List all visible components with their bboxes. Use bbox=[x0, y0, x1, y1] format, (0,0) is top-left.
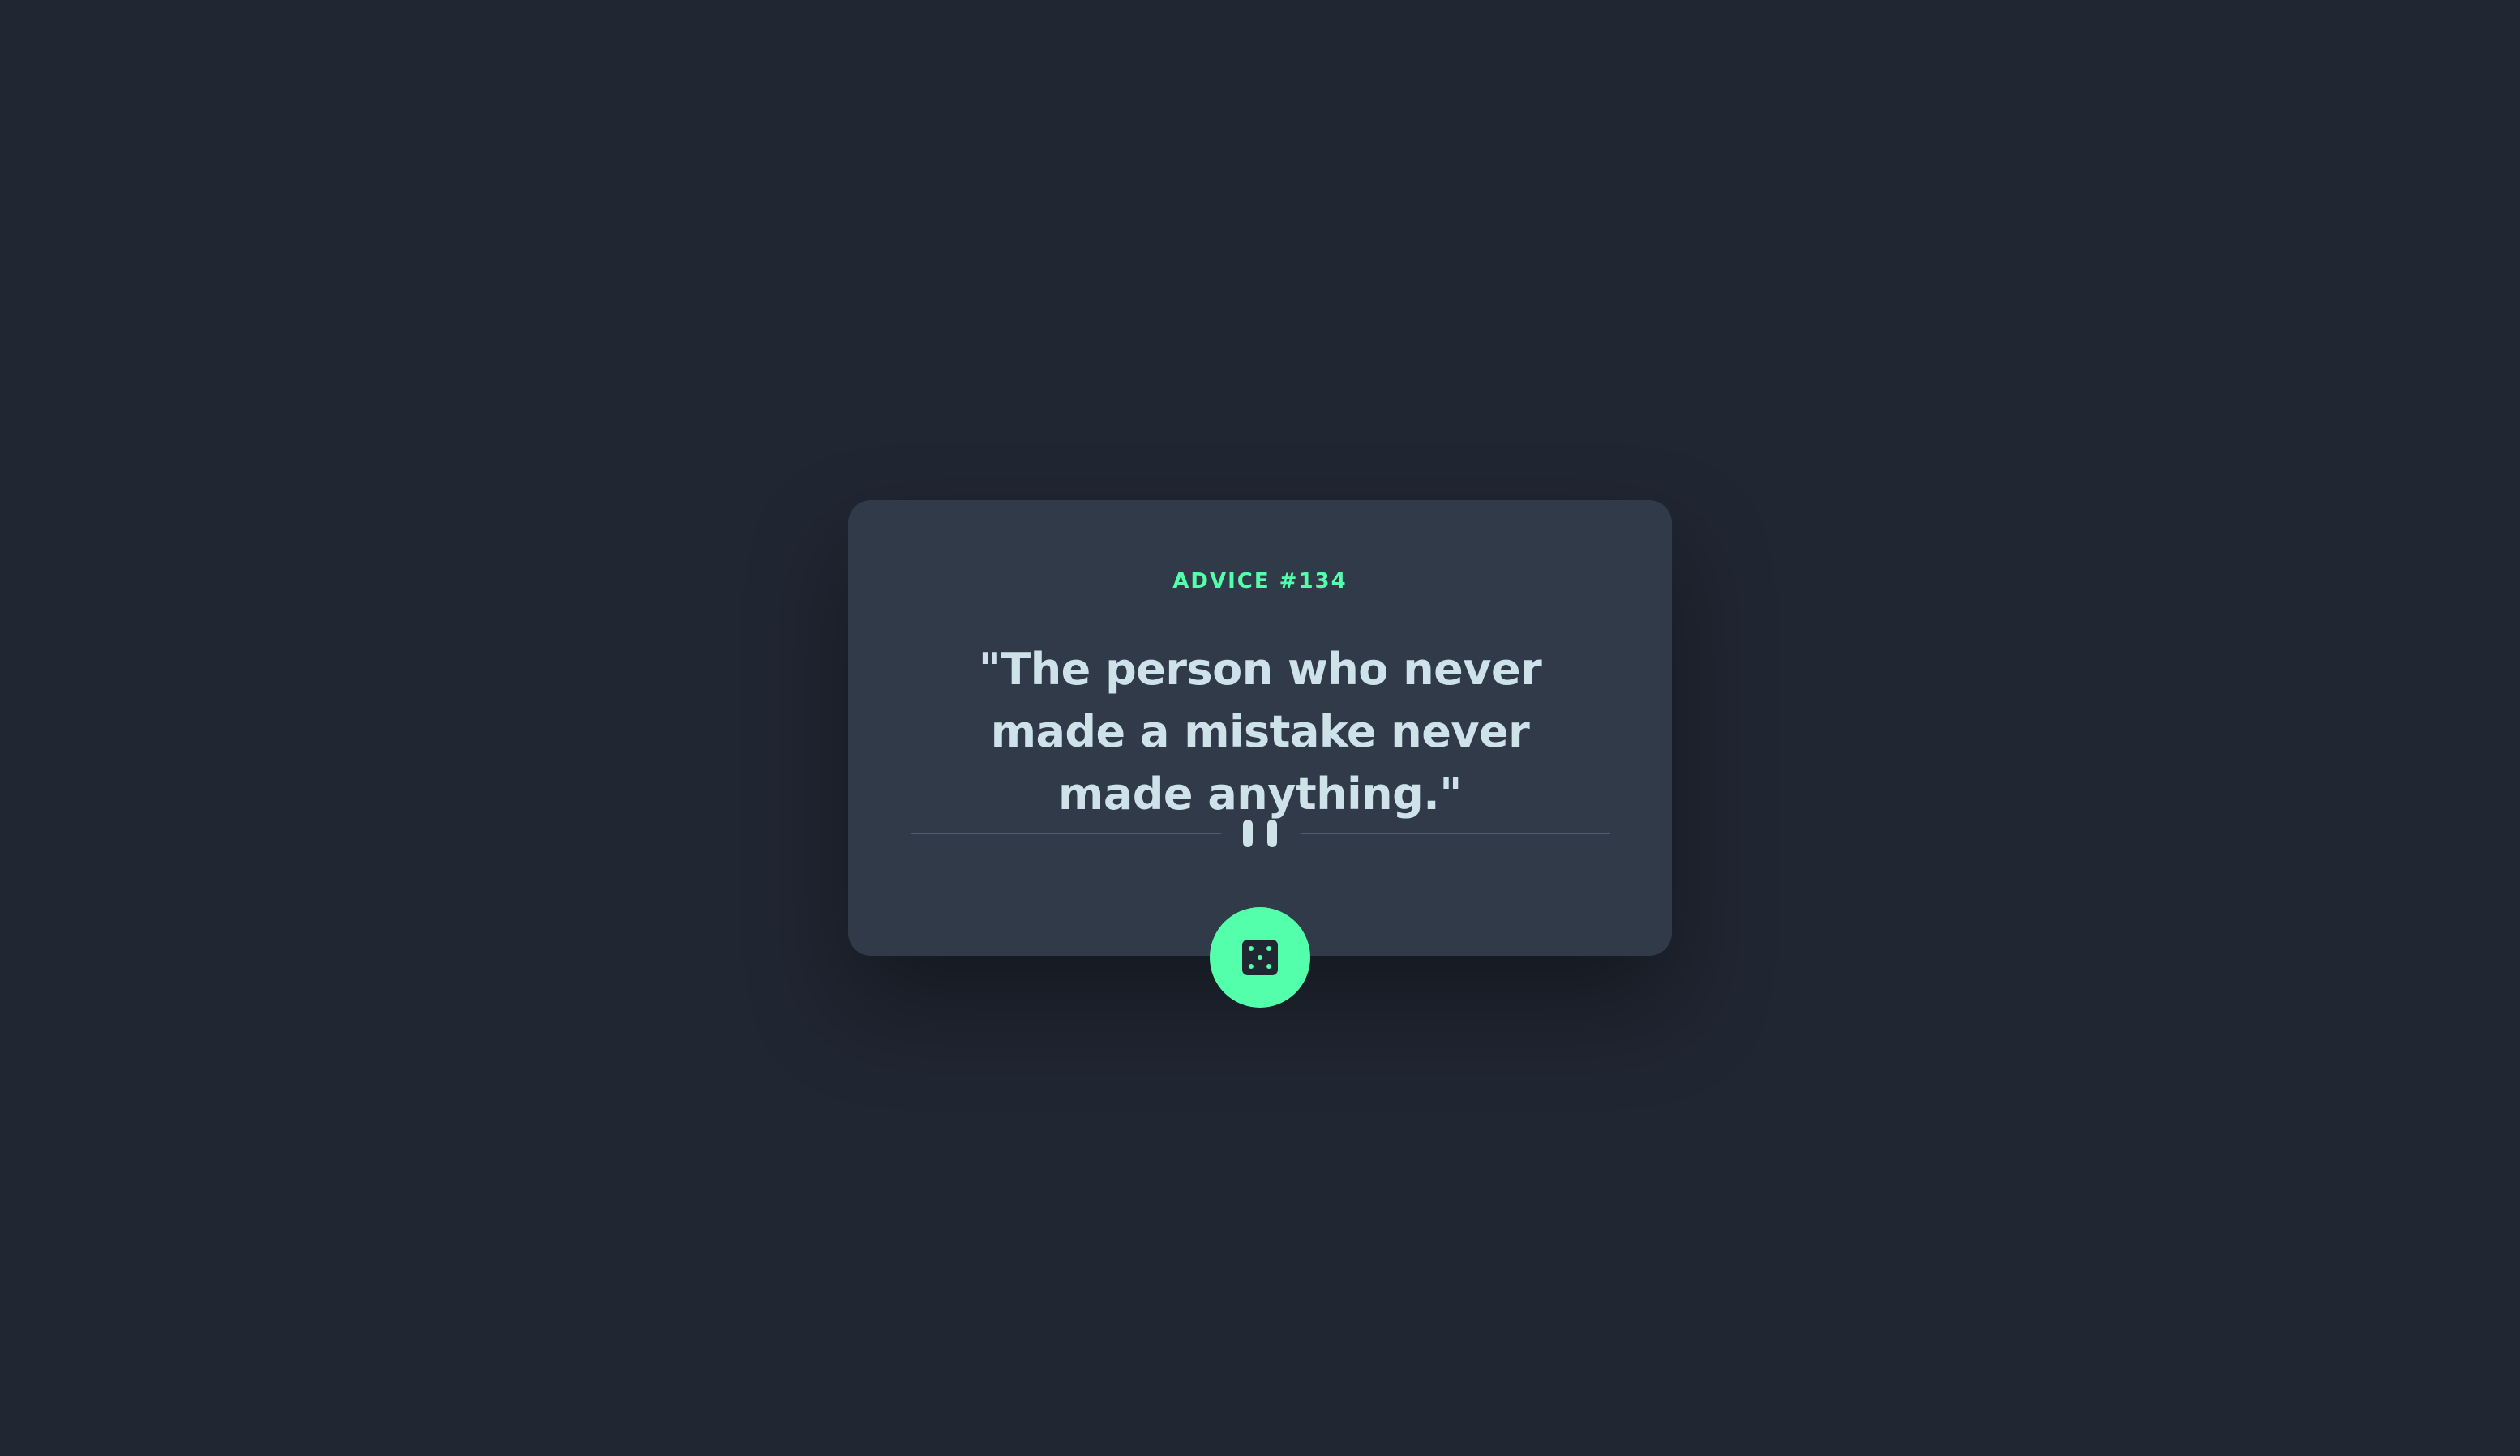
advice-quote: "The person who never made a mistake nev… bbox=[978, 644, 1542, 820]
dice-icon bbox=[1242, 940, 1278, 975]
dice-pip bbox=[1266, 964, 1271, 969]
pause-bar-left bbox=[1243, 820, 1253, 847]
page-background: ADVICE #134 "The person who never made a… bbox=[0, 0, 2520, 1456]
dice-pip bbox=[1258, 955, 1262, 960]
divider-line-right bbox=[1301, 833, 1610, 834]
new-advice-button[interactable] bbox=[1210, 907, 1310, 1008]
divider bbox=[911, 816, 1610, 849]
pause-icon bbox=[1243, 820, 1277, 847]
divider-line-left bbox=[911, 833, 1221, 834]
pause-bar-right bbox=[1267, 820, 1277, 847]
advice-card: ADVICE #134 "The person who never made a… bbox=[848, 500, 1672, 956]
dice-pip bbox=[1266, 946, 1271, 951]
dice-pip bbox=[1249, 946, 1254, 951]
advice-id-label: ADVICE #134 bbox=[1172, 569, 1348, 593]
dice-pip bbox=[1249, 964, 1254, 969]
